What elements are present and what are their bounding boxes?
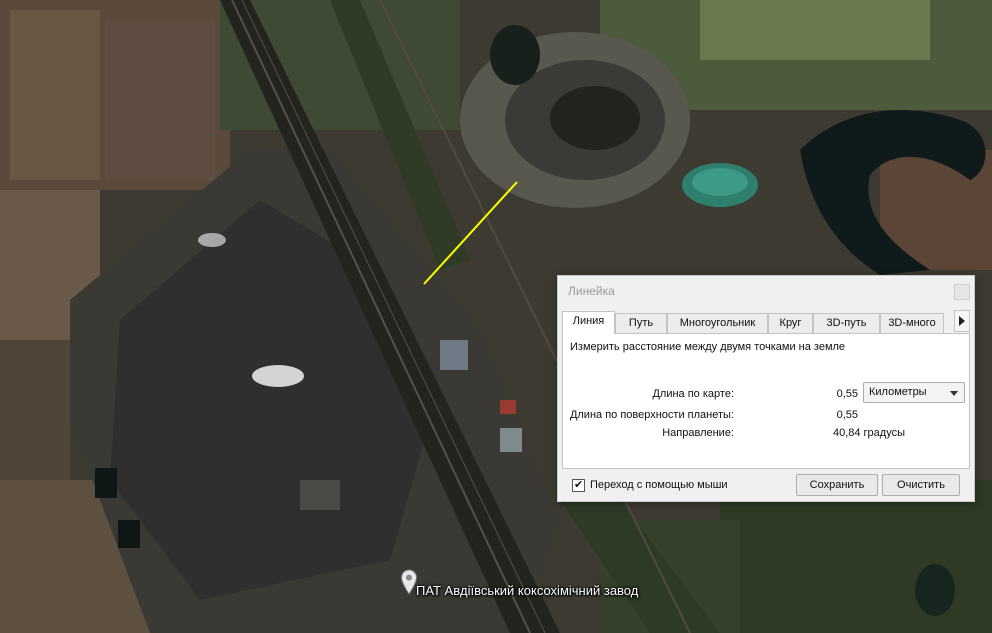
tab-3d-polygon[interactable]: 3D-много bbox=[880, 313, 944, 333]
unit-select[interactable]: Километры bbox=[863, 382, 965, 403]
tab-scroll-right-icon[interactable] bbox=[954, 310, 970, 332]
close-button[interactable] bbox=[954, 284, 970, 300]
tab-line[interactable]: Линия bbox=[562, 311, 615, 334]
tab-circle[interactable]: Круг bbox=[768, 313, 813, 333]
ruler-tabs: Линия Путь Многоугольник Круг 3D-путь 3D… bbox=[562, 311, 960, 334]
heading-value: 40,84 градусы bbox=[832, 427, 905, 439]
dialog-titlebar[interactable]: Линейка bbox=[558, 276, 974, 306]
surface-length-label: Длина по поверхности планеты: bbox=[569, 409, 734, 421]
map-length-label: Длина по карте: bbox=[652, 388, 734, 400]
place-label[interactable]: ПАТ Авдіївський коксохімічний завод bbox=[416, 583, 638, 598]
mouse-navigation-label[interactable]: Переход с помощью мыши bbox=[590, 479, 728, 491]
heading-label: Направление: bbox=[662, 427, 734, 439]
tab-polygon[interactable]: Многоугольник bbox=[667, 313, 768, 333]
dialog-title: Линейка bbox=[568, 284, 615, 298]
ruler-dialog: Линейка Линия Путь Многоугольник Круг 3D… bbox=[557, 275, 975, 502]
tab-path[interactable]: Путь bbox=[615, 313, 667, 333]
surface-length-value: 0,55 bbox=[836, 409, 858, 421]
tab-panel-line: Измерить расстояние между двумя точками … bbox=[562, 333, 970, 469]
clear-button[interactable]: Очистить bbox=[882, 474, 960, 496]
chevron-down-icon bbox=[950, 391, 958, 396]
mouse-navigation-checkbox[interactable] bbox=[572, 478, 585, 492]
unit-select-value: Километры bbox=[869, 386, 927, 398]
measure-description: Измерить расстояние между двумя точками … bbox=[570, 341, 846, 353]
tab-3d-path[interactable]: 3D-путь bbox=[813, 313, 880, 333]
save-button[interactable]: Сохранить bbox=[796, 474, 878, 496]
map-length-value: 0,55 bbox=[836, 388, 858, 400]
